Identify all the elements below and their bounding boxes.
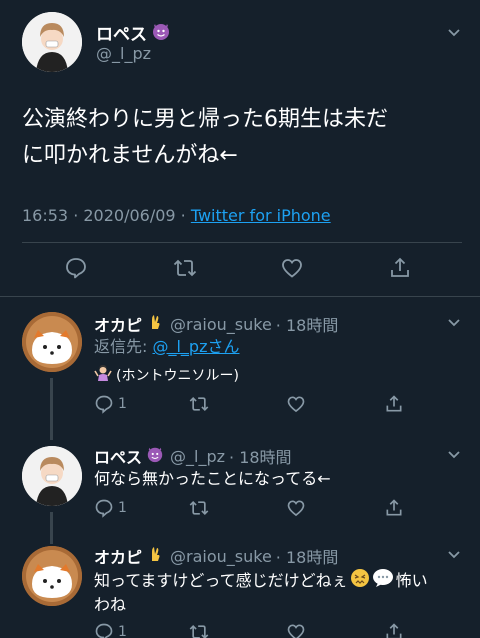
display-name[interactable]: オカピ	[94, 312, 142, 336]
crossed-fingers-icon	[146, 545, 164, 567]
reply-text-line: 知ってますけどって感じだけどねぇ 怖い	[94, 568, 464, 594]
share-button[interactable]	[384, 498, 404, 518]
avatar-illustration	[22, 446, 82, 506]
reply-text-line: わね	[94, 595, 127, 614]
avatar[interactable]	[22, 546, 82, 606]
reply-text-part: 怖い	[395, 571, 428, 590]
like-button[interactable]	[280, 256, 304, 280]
reply-text: (ホントウニソルー)	[94, 364, 454, 388]
author-handle[interactable]: @_l_pz	[96, 44, 151, 63]
confounded-face-icon	[350, 568, 370, 594]
retweet-icon	[189, 396, 209, 412]
author-handle[interactable]: @raiou_suke	[170, 547, 272, 566]
avatar-illustration	[22, 546, 82, 606]
divider	[0, 296, 480, 297]
tweet-text-line: 公演終わりに男と帰った6期生は未だ	[22, 107, 388, 132]
reply-button[interactable]: 1	[94, 622, 127, 638]
reply-button[interactable]: 1	[94, 394, 127, 414]
reply-button[interactable]	[64, 256, 88, 280]
devil-emoji-icon	[151, 21, 171, 45]
retweet-icon	[189, 500, 209, 516]
reply-timestamp: · 18時間	[275, 548, 339, 567]
reply-text-content: (ホントウニソルー)	[116, 368, 239, 384]
crossed-fingers-icon	[146, 313, 164, 335]
reply-icon	[95, 499, 113, 518]
author-handle[interactable]: @raiou_suke	[170, 315, 272, 334]
avatar[interactable]	[22, 446, 82, 506]
avatar-illustration	[22, 12, 82, 72]
display-name[interactable]: ロペス	[94, 444, 142, 468]
heart-icon	[287, 500, 305, 517]
retweet-icon	[173, 259, 197, 277]
heart-icon	[287, 624, 305, 638]
woman-gesturing-icon	[94, 364, 112, 388]
chevron-down-icon[interactable]	[446, 314, 462, 330]
avatar[interactable]	[22, 12, 82, 72]
share-icon	[386, 499, 402, 516]
chevron-down-icon[interactable]	[446, 546, 462, 562]
reply-count: 1	[118, 396, 127, 412]
retweet-icon	[189, 624, 209, 638]
main-action-bar	[0, 256, 480, 286]
devil-emoji-icon	[146, 445, 164, 467]
reply-count: 1	[118, 500, 127, 516]
heart-icon	[282, 259, 302, 278]
reply-text-part: 知ってますけどって感じだけどねぇ	[94, 571, 348, 590]
main-tweet: ロペス @_l_pz 公演終わりに男と帰った6期生は未だ に叩かれませんがね← …	[0, 0, 480, 296]
share-button[interactable]	[384, 622, 404, 638]
reply-count: 1	[118, 624, 127, 638]
share-icon	[386, 623, 402, 638]
reply-text: 知ってますけどって感じだけどねぇ 怖い わね	[94, 568, 464, 616]
like-button[interactable]	[286, 622, 306, 638]
reply-to-line: 返信先: @_l_pzさん	[94, 336, 454, 358]
reply-icon	[95, 623, 113, 638]
author-name-row: ロペス	[96, 20, 171, 45]
like-button[interactable]	[286, 394, 306, 414]
reply-button[interactable]: 1	[94, 498, 127, 518]
author-handle[interactable]: @_l_pz	[170, 447, 225, 466]
retweet-button[interactable]	[172, 256, 198, 280]
share-icon	[391, 257, 409, 277]
reply-timestamp: · 18時間	[229, 448, 292, 467]
retweet-button[interactable]	[188, 498, 210, 518]
retweet-button[interactable]	[188, 394, 210, 414]
reply-icon	[66, 258, 86, 279]
share-icon	[386, 395, 402, 412]
display-name[interactable]: ロペス	[96, 20, 147, 45]
tweet-meta: 16:53 · 2020/06/09 · Twitter for iPhone	[22, 206, 331, 225]
reply-author-row: オカピ @raiou_suke · 18時間	[94, 544, 338, 568]
avatar[interactable]	[22, 312, 82, 372]
share-button[interactable]	[384, 394, 404, 414]
tweet-text-line: に叩かれませんがね←	[22, 143, 238, 168]
thread-line	[50, 378, 53, 440]
tweet-text: 公演終わりに男と帰った6期生は未だ に叩かれませんがね←	[22, 102, 462, 174]
retweet-button[interactable]	[188, 622, 210, 638]
like-button[interactable]	[286, 498, 306, 518]
tweet-timestamp: 16:53 · 2020/06/09 ·	[22, 206, 191, 225]
chevron-down-icon[interactable]	[446, 446, 462, 462]
reply-to-label: 返信先:	[94, 337, 153, 356]
display-name[interactable]: オカピ	[94, 544, 142, 568]
reply-icon	[95, 395, 113, 414]
heart-icon	[287, 396, 305, 413]
thread-line	[50, 512, 53, 544]
speech-bubble-icon	[372, 568, 394, 594]
chevron-down-icon[interactable]	[446, 24, 462, 40]
tweet-source-link[interactable]: Twitter for iPhone	[191, 206, 331, 225]
divider	[22, 242, 462, 243]
reply-to-link[interactable]: @_l_pzさん	[152, 337, 239, 356]
reply-timestamp: · 18時間	[275, 316, 339, 335]
reply-author-row: ロペス @_l_pz · 18時間	[94, 444, 292, 468]
avatar-illustration	[22, 312, 82, 372]
reply-author-row: オカピ @raiou_suke · 18時間	[94, 312, 338, 336]
reply-text: 何なら無かったことになってる←	[94, 469, 331, 488]
share-button[interactable]	[388, 256, 412, 280]
